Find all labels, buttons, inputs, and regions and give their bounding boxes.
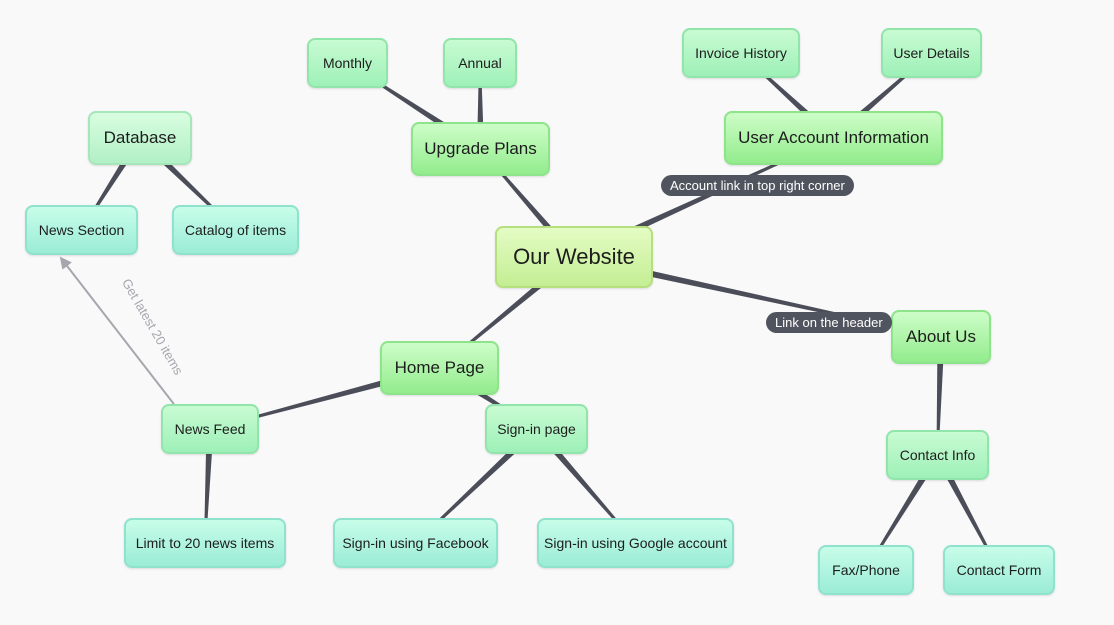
node-annual[interactable]: Annual xyxy=(443,38,517,88)
node-contact-info[interactable]: Contact Info xyxy=(886,430,989,480)
node-fax-phone[interactable]: Fax/Phone xyxy=(818,545,914,595)
node-invoice-history[interactable]: Invoice History xyxy=(682,28,800,78)
node-our-website[interactable]: Our Website xyxy=(495,226,653,288)
edge-label-account-link[interactable]: Account link in top right corner xyxy=(661,175,854,196)
node-news-section[interactable]: News Section xyxy=(25,205,138,255)
node-upgrade-plans[interactable]: Upgrade Plans xyxy=(411,122,550,176)
node-signin-facebook[interactable]: Sign-in using Facebook xyxy=(333,518,498,568)
node-contact-form[interactable]: Contact Form xyxy=(943,545,1055,595)
node-catalog-of-items[interactable]: Catalog of items xyxy=(172,205,299,255)
node-user-account-information[interactable]: User Account Information xyxy=(724,111,943,165)
node-monthly[interactable]: Monthly xyxy=(307,38,388,88)
node-signin-page[interactable]: Sign-in page xyxy=(485,404,588,454)
node-signin-google[interactable]: Sign-in using Google account xyxy=(537,518,734,568)
node-limit-news[interactable]: Limit to 20 news items xyxy=(124,518,286,568)
node-news-feed[interactable]: News Feed xyxy=(161,404,259,454)
edge-label-header-link[interactable]: Link on the header xyxy=(766,312,892,333)
node-user-details[interactable]: User Details xyxy=(881,28,982,78)
node-home-page[interactable]: Home Page xyxy=(380,341,499,395)
node-database[interactable]: Database xyxy=(88,111,192,165)
node-about-us[interactable]: About Us xyxy=(891,310,991,364)
